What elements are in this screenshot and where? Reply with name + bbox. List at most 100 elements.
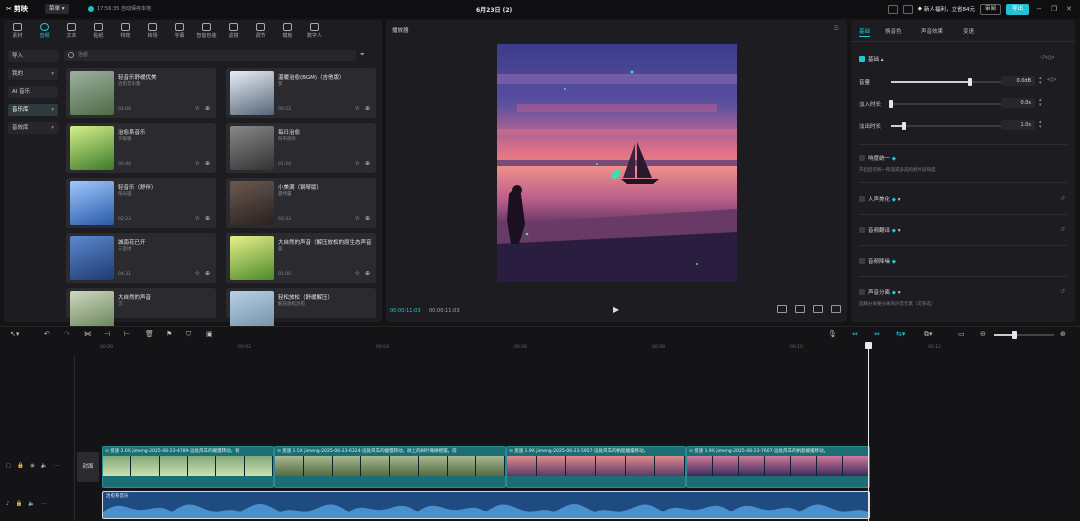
track-mute-icon[interactable]: 🔈 [41,463,48,469]
reset-icon[interactable]: ↺ [1060,288,1065,295]
promo-banner[interactable]: ◆ 新人福利，立省84元 [918,5,975,13]
split-right-icon[interactable]: ⊢ [124,330,130,338]
timeline-ruler[interactable]: 00:00 00:02 00:04 00:06 00:08 00:10 00:12 [100,342,1080,356]
add-icon[interactable]: ⊕ [365,270,370,277]
checkbox-loudness[interactable] [859,155,865,161]
crop-tool-icon[interactable]: ▣ [206,330,213,338]
player-menu-icon[interactable]: ☰ [834,25,839,32]
menu-button[interactable]: 菜单 ▾ [45,4,69,14]
favorite-icon[interactable]: ☆ [355,270,360,277]
music-card[interactable]: 温暖治愈(BGM)（吉他版） 莫 00:52 ☆ ⊕ [226,68,376,118]
checkbox-audio-translate[interactable] [859,227,865,233]
category-item-1[interactable]: 我的 ▾ [8,68,58,80]
track-more-icon[interactable]: ⋯ [54,463,60,469]
music-card[interactable]: 大自然的声音 沉 [66,288,216,335]
category-item-0[interactable]: 导入 [8,50,58,62]
section-basic[interactable]: 基础 ▴ [859,55,884,63]
ratio-icon[interactable] [777,305,787,313]
split-icon[interactable]: ⋈ [84,330,91,338]
tab-basic[interactable]: 基础 [859,27,871,37]
loudness-row[interactable]: 响度统一 ◆ [859,154,896,162]
music-card[interactable]: 轻松放松（舒缓解压） 解压放松治愈 [226,288,376,335]
zoom-knob[interactable] [1012,331,1017,339]
cover-button[interactable]: 封面 [77,452,99,482]
zoom-out-icon[interactable]: ⊖ [980,330,986,338]
snap-icon[interactable]: ⇆▾ [896,330,905,338]
checkbox-voice-separate[interactable] [859,289,865,295]
tool-tab-1[interactable]: 音频 [31,20,58,42]
fadein-stepper[interactable]: ▴ ▾ [1039,98,1045,108]
shield-icon[interactable]: ⛉ [186,330,191,339]
fadeout-slider[interactable] [891,122,1001,130]
tool-tab-10[interactable]: 模板 [274,20,301,42]
tab-speed[interactable]: 变速 [963,27,974,35]
noise-reduce-row[interactable]: 音频降噪 ◆ [859,257,896,265]
fadein-slider[interactable] [889,100,1001,108]
close-icon[interactable]: ✕ [1064,5,1074,13]
crop-icon[interactable] [795,305,805,313]
playhead[interactable] [865,342,872,521]
add-icon[interactable]: ⊕ [365,160,370,167]
music-card[interactable]: 城南花已开 三亩地 04:31 ☆ ⊕ [66,233,216,283]
play-button[interactable]: ▶ [613,305,619,314]
track-mute2-icon[interactable]: 🔈 [28,501,35,507]
marker-icon[interactable]: ⚑ [166,330,172,338]
tool-tab-8[interactable]: 滤镜 [220,20,247,42]
fadein-value[interactable]: 0.0s [1001,98,1035,108]
volume-keyframe-icon[interactable]: ‹◇› [1047,76,1056,83]
tab-sound-effect[interactable]: 声音效果 [921,27,943,35]
tool-tab-11[interactable]: 数字人 [301,20,328,42]
fadein-knob[interactable] [889,100,893,108]
voice-separate-row[interactable]: 声音分离 ◆ ▾ [859,288,901,296]
fullscreen-icon[interactable] [831,305,841,313]
tool-tab-3[interactable]: 贴纸 [85,20,112,42]
reset-icon[interactable]: ↺ [1060,226,1065,233]
music-card[interactable]: 每日治愈 阿布德有 01:24 ☆ ⊕ [226,123,376,173]
checkbox-noise-reduce[interactable] [859,258,865,264]
microphone-icon[interactable]: 🎙 [828,330,837,338]
undo-icon[interactable]: ↶ [44,330,50,338]
add-icon[interactable]: ⊕ [365,215,370,222]
split-left-icon[interactable]: ⊣ [104,330,110,338]
favorite-icon[interactable]: ☆ [195,105,200,112]
voice-beautify-row[interactable]: 人声美化 ◆ ▾ [859,195,901,203]
add-icon[interactable]: ⊕ [205,215,210,222]
volume-stepper[interactable]: ▴ ▾ [1039,76,1045,86]
tab-voice-change[interactable]: 换音色 [885,27,902,35]
zoom-in-icon[interactable]: ⊕ [1060,330,1066,338]
video-clip[interactable]: ⊙ 变速 1.5X jimeng-2025-06-23-6324-远处风车的缓慢… [274,446,506,488]
music-card[interactable]: 大自然的声音（解压放松的原生态声音） 晨 01:00 ☆ ⊕ [226,233,376,283]
video-preview[interactable] [497,44,737,282]
minimize-icon[interactable]: − [1034,5,1044,13]
caption-icon[interactable]: ▭ [958,330,965,338]
track-lock3-icon[interactable]: 🔒 [16,501,23,507]
add-icon[interactable]: ⊕ [205,105,210,112]
favorite-icon[interactable]: ☆ [355,215,360,222]
volume-knob[interactable] [968,78,973,86]
video-clip[interactable]: ⊙ 变速 2.0X jimeng-2025-06-23-4789-远处风车的缓慢… [102,446,274,488]
fadeout-value[interactable]: 1.0s [1001,120,1035,130]
music-card[interactable]: 轻音乐（舒伴） 阳光喵 02:23 ☆ ⊕ [66,178,216,228]
review-button[interactable]: 审阅 [979,3,1001,15]
favorite-icon[interactable]: ☆ [195,215,200,222]
search-input[interactable]: 治愈 [64,50,356,61]
audio-clip[interactable]: 治愈系音乐 [102,491,870,519]
audio-translate-row[interactable]: 音频翻译 ◆ ▾ [859,226,901,234]
tool-tab-9[interactable]: 调节 [247,20,274,42]
preview-quality-icon[interactable] [813,305,823,313]
tool-tab-7[interactable]: 智能包装 [193,20,220,42]
track-audio-icon[interactable]: ♪ [6,501,10,507]
add-icon[interactable]: ⊕ [365,105,370,112]
add-icon[interactable]: ⊕ [205,270,210,277]
fadeout-knob[interactable] [902,122,907,130]
category-item-2[interactable]: AI 音乐 [8,86,58,98]
keyframe-icon[interactable]: ‹◇› [1045,54,1054,61]
reset-icon[interactable]: ↺ [1060,195,1065,202]
tool-tab-4[interactable]: 特效 [112,20,139,42]
shortcut-icon[interactable] [902,4,913,14]
tool-tab-5[interactable]: 转场 [139,20,166,42]
music-card[interactable]: 轻音乐舒缓优美 治愈音乐集 01:00 ☆ ⊕ [66,68,216,118]
category-item-3[interactable]: 音乐库 ▾ [8,104,58,116]
category-item-4[interactable]: 音效库 ▾ [8,122,58,134]
tool-tab-0[interactable]: 素材 [4,20,31,42]
